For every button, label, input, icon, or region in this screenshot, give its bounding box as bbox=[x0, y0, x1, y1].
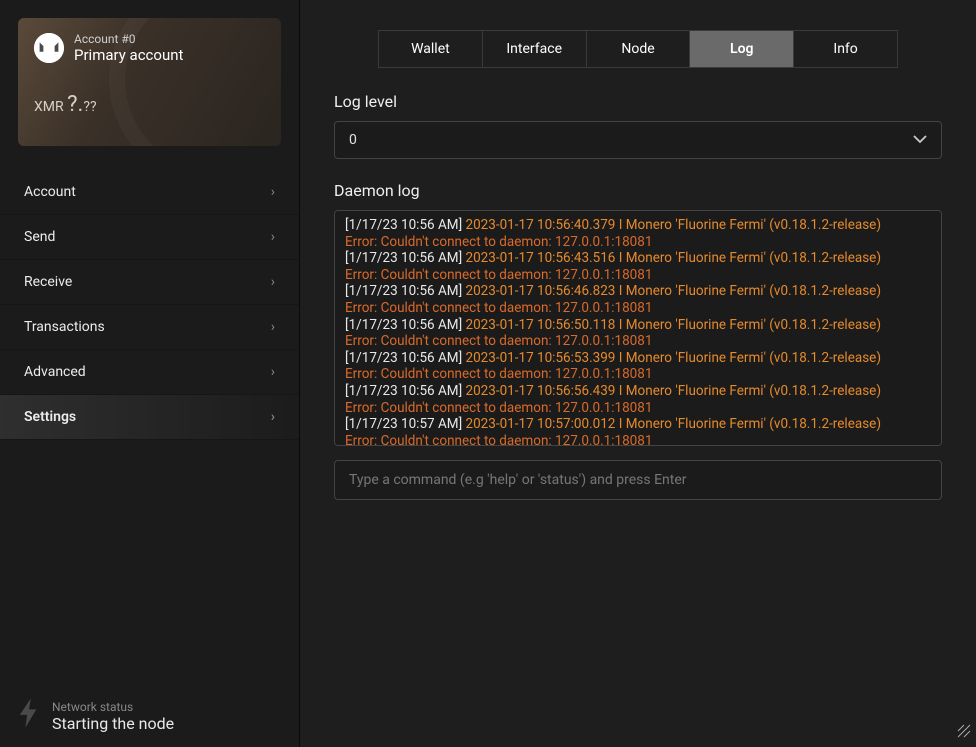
tab-node[interactable]: Node bbox=[587, 31, 691, 67]
bolt-icon bbox=[18, 698, 40, 735]
log-timestamp: [1/17/23 10:56 AM] bbox=[345, 350, 466, 366]
log-error: Error: Couldn't connect to daemon: 127.0… bbox=[345, 433, 931, 446]
log-entry: [1/17/23 10:56 AM] 2023-01-17 10:56:53.3… bbox=[345, 350, 931, 383]
sidebar-item-account[interactable]: Account › bbox=[0, 170, 299, 215]
log-error: Error: Couldn't connect to daemon: 127.0… bbox=[345, 366, 931, 383]
log-info: 2023-01-17 10:56:46.823 I Monero 'Fluori… bbox=[466, 283, 882, 299]
log-error: Error: Couldn't connect to daemon: 127.0… bbox=[345, 234, 931, 251]
monero-logo-icon bbox=[34, 33, 64, 63]
log-timestamp: [1/17/23 10:56 AM] bbox=[345, 283, 466, 299]
log-error: Error: Couldn't connect to daemon: 127.0… bbox=[345, 333, 931, 350]
balance-minor: ?? bbox=[83, 99, 96, 115]
main-content: WalletInterfaceNodeLogInfo Log level 0 D… bbox=[300, 0, 976, 747]
log-entry: [1/17/23 10:56 AM] 2023-01-17 10:56:46.8… bbox=[345, 283, 931, 316]
tab-log[interactable]: Log bbox=[690, 31, 794, 67]
log-entry: [1/17/23 10:56 AM] 2023-01-17 10:56:56.4… bbox=[345, 383, 931, 416]
sidebar-item-label: Account bbox=[24, 184, 76, 200]
sidebar-item-advanced[interactable]: Advanced › bbox=[0, 350, 299, 395]
log-info: 2023-01-17 10:56:53.399 I Monero 'Fluori… bbox=[466, 350, 882, 366]
account-number: Account #0 bbox=[74, 32, 183, 46]
log-level-value: 0 bbox=[349, 132, 357, 148]
log-timestamp: [1/17/23 10:56 AM] bbox=[345, 383, 466, 399]
log-timestamp: [1/17/23 10:56 AM] bbox=[345, 250, 466, 266]
log-entry: [1/17/23 10:57 AM] 2023-01-17 10:57:00.0… bbox=[345, 416, 931, 446]
sidebar: Account #0 Primary account XMR ?.?? Acco… bbox=[0, 0, 300, 747]
network-status-label: Network status bbox=[52, 700, 174, 714]
log-level-label: Log level bbox=[334, 92, 942, 111]
log-info: 2023-01-17 10:56:43.516 I Monero 'Fluori… bbox=[466, 250, 882, 266]
account-card[interactable]: Account #0 Primary account XMR ?.?? bbox=[18, 18, 281, 146]
account-balance: XMR ?.?? bbox=[34, 92, 265, 117]
account-name: Primary account bbox=[74, 46, 183, 64]
sidebar-item-send[interactable]: Send › bbox=[0, 215, 299, 260]
network-status: Network status Starting the node bbox=[18, 698, 174, 735]
log-info: 2023-01-17 10:57:00.012 I Monero 'Fluori… bbox=[466, 416, 882, 432]
chevron-down-icon bbox=[913, 132, 927, 148]
chevron-right-icon: › bbox=[271, 364, 275, 380]
log-info: 2023-01-17 10:56:50.118 I Monero 'Fluori… bbox=[466, 317, 882, 333]
chevron-right-icon: › bbox=[271, 229, 275, 245]
daemon-log-output[interactable]: [1/17/23 10:56 AM] 2023-01-17 10:56:40.3… bbox=[334, 210, 942, 446]
log-entry: [1/17/23 10:56 AM] 2023-01-17 10:56:43.5… bbox=[345, 250, 931, 283]
log-level-select[interactable]: 0 bbox=[334, 121, 942, 159]
chevron-right-icon: › bbox=[271, 274, 275, 290]
network-status-text: Starting the node bbox=[52, 714, 174, 733]
sidebar-item-label: Send bbox=[24, 229, 55, 245]
resize-handle-icon[interactable] bbox=[956, 723, 972, 743]
balance-major: ?. bbox=[67, 92, 83, 117]
log-timestamp: [1/17/23 10:56 AM] bbox=[345, 217, 466, 233]
log-entry: [1/17/23 10:56 AM] 2023-01-17 10:56:50.1… bbox=[345, 317, 931, 350]
account-text: Account #0 Primary account bbox=[74, 32, 183, 64]
log-error: Error: Couldn't connect to daemon: 127.0… bbox=[345, 300, 931, 317]
log-entry: [1/17/23 10:56 AM] 2023-01-17 10:56:40.3… bbox=[345, 217, 931, 250]
log-error: Error: Couldn't connect to daemon: 127.0… bbox=[345, 267, 931, 284]
daemon-log-label: Daemon log bbox=[334, 181, 942, 200]
log-timestamp: [1/17/23 10:57 AM] bbox=[345, 416, 466, 432]
balance-currency: XMR bbox=[34, 99, 64, 115]
log-info: 2023-01-17 10:56:40.379 I Monero 'Fluori… bbox=[466, 217, 882, 233]
tab-interface[interactable]: Interface bbox=[483, 31, 587, 67]
chevron-right-icon: › bbox=[271, 319, 275, 335]
sidebar-item-transactions[interactable]: Transactions › bbox=[0, 305, 299, 350]
chevron-right-icon: › bbox=[271, 184, 275, 200]
command-input[interactable] bbox=[334, 460, 942, 500]
sidebar-item-label: Advanced bbox=[24, 364, 86, 380]
chevron-right-icon: › bbox=[271, 409, 275, 425]
log-error: Error: Couldn't connect to daemon: 127.0… bbox=[345, 400, 931, 417]
sidebar-item-label: Transactions bbox=[24, 319, 105, 335]
log-timestamp: [1/17/23 10:56 AM] bbox=[345, 317, 466, 333]
settings-tabs: WalletInterfaceNodeLogInfo bbox=[378, 30, 898, 68]
sidebar-item-receive[interactable]: Receive › bbox=[0, 260, 299, 305]
sidebar-item-label: Settings bbox=[24, 409, 76, 425]
sidebar-item-settings[interactable]: Settings › bbox=[0, 395, 299, 440]
tab-info[interactable]: Info bbox=[794, 31, 897, 67]
account-header: Account #0 Primary account bbox=[34, 32, 265, 64]
tab-wallet[interactable]: Wallet bbox=[379, 31, 483, 67]
log-info: 2023-01-17 10:56:56.439 I Monero 'Fluori… bbox=[466, 383, 882, 399]
sidebar-item-label: Receive bbox=[24, 274, 72, 290]
sidebar-nav: Account›Send›Receive›Transactions›Advanc… bbox=[0, 170, 299, 440]
